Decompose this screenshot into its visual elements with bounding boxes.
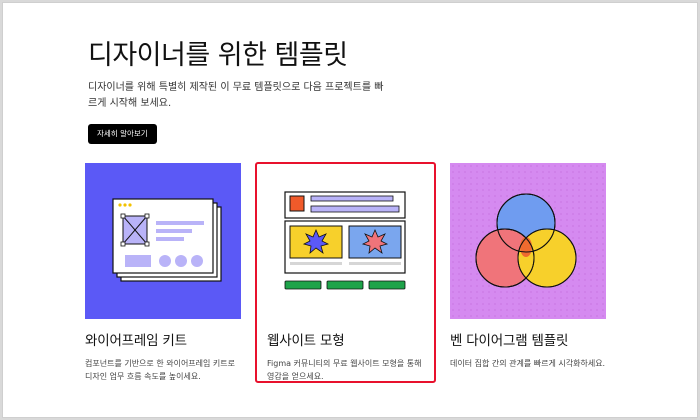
template-card-venn[interactable]: 벤 다이어그램 템플릿 데이터 집합 간의 관계를 빠르게 시각화하세요. [450, 163, 606, 370]
venn-thumbnail[interactable] [450, 163, 606, 319]
hero-section: 디자이너를 위한 템플릿 디자이너를 위해 특별히 제작된 이 무료 템플릿으로… [88, 39, 608, 144]
wireframe-illustration-icon [112, 198, 222, 282]
card-description: 컴포넌트를 기반으로 한 와이어프레임 키트로 디자인 업무 흐름 속도를 높이… [85, 359, 236, 381]
template-card-wireframe[interactable]: 와이어프레임 키트 컴포넌트를 기반으로 한 와이어프레임 키트로 디자인 업무… [85, 163, 241, 383]
venn-diagram-illustration-icon [475, 193, 577, 288]
wireframe-thumbnail[interactable] [85, 163, 241, 319]
page-title: 디자이너를 위한 템플릿 [88, 40, 348, 71]
page-subtitle: 디자이너를 위해 특별히 제작된 이 무료 템플릿으로 다음 프로젝트를 빠르게… [88, 82, 384, 109]
card-description: 데이터 집합 간의 관계를 빠르게 시각화하세요. [450, 359, 606, 368]
card-title[interactable]: 벤 다이어그램 템플릿 [450, 331, 606, 351]
card-title[interactable]: 와이어프레임 키트 [85, 331, 241, 351]
selected-card-highlight [255, 162, 436, 383]
learn-more-button[interactable]: 자세히 알아보기 [88, 124, 157, 144]
